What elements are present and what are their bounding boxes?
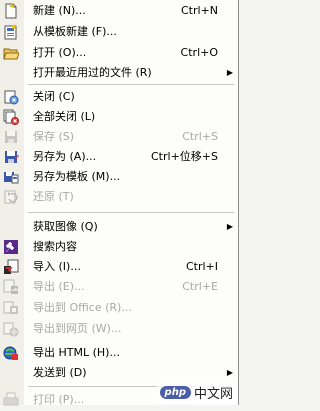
menu-item-acquire-image[interactable]: 获取图像 (Q) ▶ — [0, 216, 238, 238]
menu-item-label: 导出 HTML (H)... — [33, 346, 120, 359]
menu-item-close-all[interactable]: 全部关闭 (L) — [0, 106, 238, 128]
menu-item-label: 新建 (N)... — [33, 4, 86, 17]
export-office-icon — [3, 300, 19, 316]
shortcut-text: Ctrl+O — [180, 46, 218, 59]
menu-item-label: 另存为 (A)... — [33, 150, 97, 163]
menu-item-search-content[interactable]: 搜索内容 — [0, 236, 238, 258]
export-html-icon — [3, 345, 19, 361]
menu-item-export-html[interactable]: 导出 HTML (H)... — [0, 342, 238, 364]
save-icon — [3, 129, 19, 145]
menu-item-label: 导出到网页 (W)... — [33, 322, 122, 335]
menu-item-export[interactable]: 导出 (E)... Ctrl+E — [0, 276, 238, 298]
menu-item-label: 发送到 (D) — [33, 366, 87, 379]
menu-item-export-office[interactable]: 导出到 Office (R)... — [0, 297, 238, 319]
menu-separator — [28, 84, 234, 85]
close-all-icon — [3, 109, 19, 125]
menu-separator — [28, 212, 234, 213]
open-folder-icon — [3, 45, 20, 61]
menu-item-label: 导出 (E)... — [33, 280, 85, 293]
shortcut-text: Ctrl+N — [180, 4, 218, 17]
menu-item-label: 还原 (T) — [33, 190, 74, 203]
menu-item-new-from-template[interactable]: 从模板新建 (F)... — [0, 21, 238, 43]
export-web-icon — [3, 321, 19, 337]
menu-item-label: 关闭 (C) — [33, 90, 75, 103]
import-icon — [3, 259, 19, 275]
watermark: php 中文网 — [156, 382, 236, 403]
shortcut-text: Ctrl+位移+S — [151, 150, 218, 163]
menu-item-close[interactable]: 关闭 (C) — [0, 86, 238, 108]
save-as-icon — [3, 149, 19, 165]
revert-icon — [3, 189, 19, 205]
submenu-arrow-icon: ▶ — [226, 68, 233, 77]
shortcut-text: Ctrl+S — [182, 130, 218, 143]
menu-item-label: 打开 (O)... — [33, 46, 87, 59]
print-icon — [3, 392, 19, 408]
save-template-icon — [3, 169, 19, 185]
menu-item-label: 打印 (P)... — [33, 393, 85, 406]
export-icon — [3, 279, 19, 295]
shortcut-text: Ctrl+I — [185, 260, 218, 273]
menu-item-open[interactable]: 打开 (O)... Ctrl+O — [0, 42, 238, 64]
watermark-logo: php — [159, 386, 191, 399]
menu-item-open-recent[interactable]: 打开最近用过的文件 (R) ▶ — [0, 62, 238, 84]
menu-item-send-to[interactable]: 发送到 (D) ▶ — [0, 362, 238, 384]
menu-item-label: 获取图像 (Q) — [33, 220, 98, 233]
menu-item-export-web[interactable]: 导出到网页 (W)... — [0, 318, 238, 340]
shortcut-text: Ctrl+E — [182, 280, 218, 293]
watermark-text: 中文网 — [193, 387, 233, 402]
menu-item-label: 全部关闭 (L) — [33, 110, 96, 123]
menu-item-save-as[interactable]: 另存为 (A)... Ctrl+位移+S — [0, 146, 238, 168]
new-document-icon — [3, 3, 19, 19]
menu-item-import[interactable]: 导入 (I)... Ctrl+I — [0, 256, 238, 278]
menu-item-save-as-template[interactable]: 另存为模板 (M)... — [0, 166, 238, 188]
submenu-arrow-icon: ▶ — [226, 368, 233, 377]
menu-item-label: 打开最近用过的文件 (R) — [33, 66, 152, 79]
menu-item-label: 搜索内容 — [33, 240, 77, 253]
close-document-icon — [3, 89, 19, 105]
file-menu: 新建 (N)... Ctrl+N 从模板新建 (F)... 打开 (O)... … — [0, 0, 239, 408]
menu-item-label: 导出到 Office (R)... — [33, 301, 132, 314]
menu-item-label: 导入 (I)... — [33, 260, 81, 273]
template-new-icon — [3, 24, 19, 40]
menu-item-revert[interactable]: 还原 (T) — [0, 186, 238, 208]
menu-item-save[interactable]: 保存 (S) Ctrl+S — [0, 126, 238, 148]
menu-item-label: 从模板新建 (F)... — [33, 25, 117, 38]
submenu-arrow-icon: ▶ — [226, 222, 233, 231]
menu-item-label: 另存为模板 (M)... — [33, 170, 121, 183]
search-content-icon — [3, 239, 19, 255]
menu-item-new[interactable]: 新建 (N)... Ctrl+N — [0, 0, 238, 22]
menu-item-label: 保存 (S) — [33, 130, 75, 143]
